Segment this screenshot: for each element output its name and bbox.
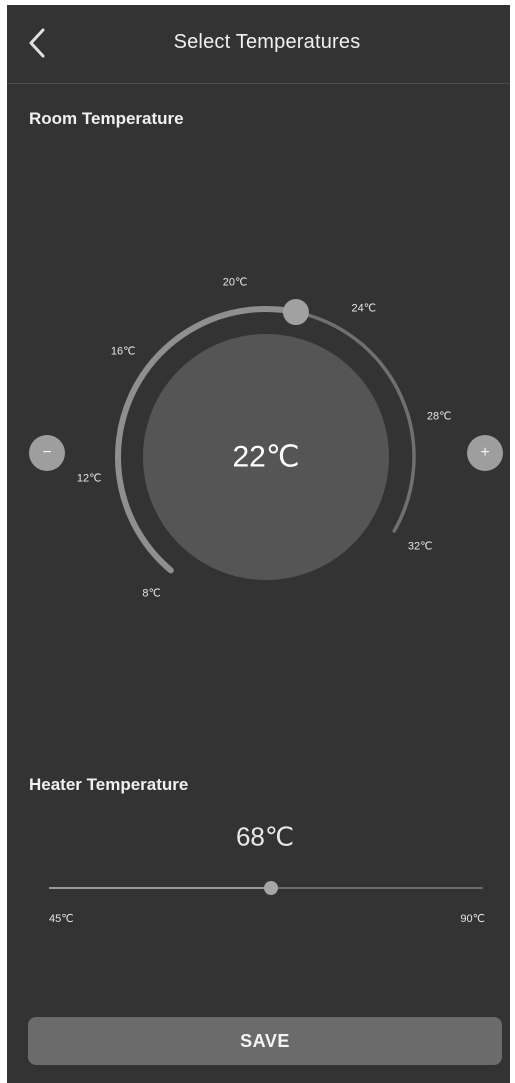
dial-tick-label: 8℃ [142, 587, 161, 600]
dial-tick-label: 20℃ [222, 276, 248, 289]
dial-tick-label: 24℃ [351, 302, 377, 315]
increase-temperature-button[interactable]: + [467, 435, 503, 471]
room-temperature-value: 22℃ [232, 440, 300, 474]
dial-tick-label: 16℃ [110, 345, 136, 358]
heater-temperature-title: Heater Temperature [29, 775, 189, 794]
save-button[interactable]: SAVE [28, 1017, 502, 1065]
decrease-temperature-button[interactable]: − [29, 435, 65, 471]
heater-temperature-value: 68℃ [235, 821, 295, 852]
slider-thumb[interactable] [263, 881, 278, 895]
heater-min-label: 45℃ [49, 913, 74, 925]
app-header: Select Temperatures [7, 5, 510, 84]
page-title: Select Temperatures [173, 31, 361, 53]
dial-tick-label: 32℃ [407, 540, 433, 553]
heater-max-label: 90℃ [460, 913, 485, 925]
minus-icon: − [42, 444, 52, 461]
dial-knob[interactable] [282, 299, 309, 326]
slider-fill [49, 887, 271, 889]
temperature-screen: Select Temperatures Room Temperature 22℃… [7, 5, 510, 1083]
dial-tick-label: 28℃ [426, 410, 452, 423]
plus-icon: + [480, 444, 490, 461]
heater-temperature-slider[interactable] [49, 881, 483, 895]
room-temperature-dial[interactable]: 22℃ 8℃ 12℃ 16℃ 20℃ 24℃ 28℃ 32℃ [7, 235, 510, 655]
room-temperature-title: Room Temperature [29, 109, 184, 128]
dial-tick-label: 12℃ [76, 472, 102, 485]
